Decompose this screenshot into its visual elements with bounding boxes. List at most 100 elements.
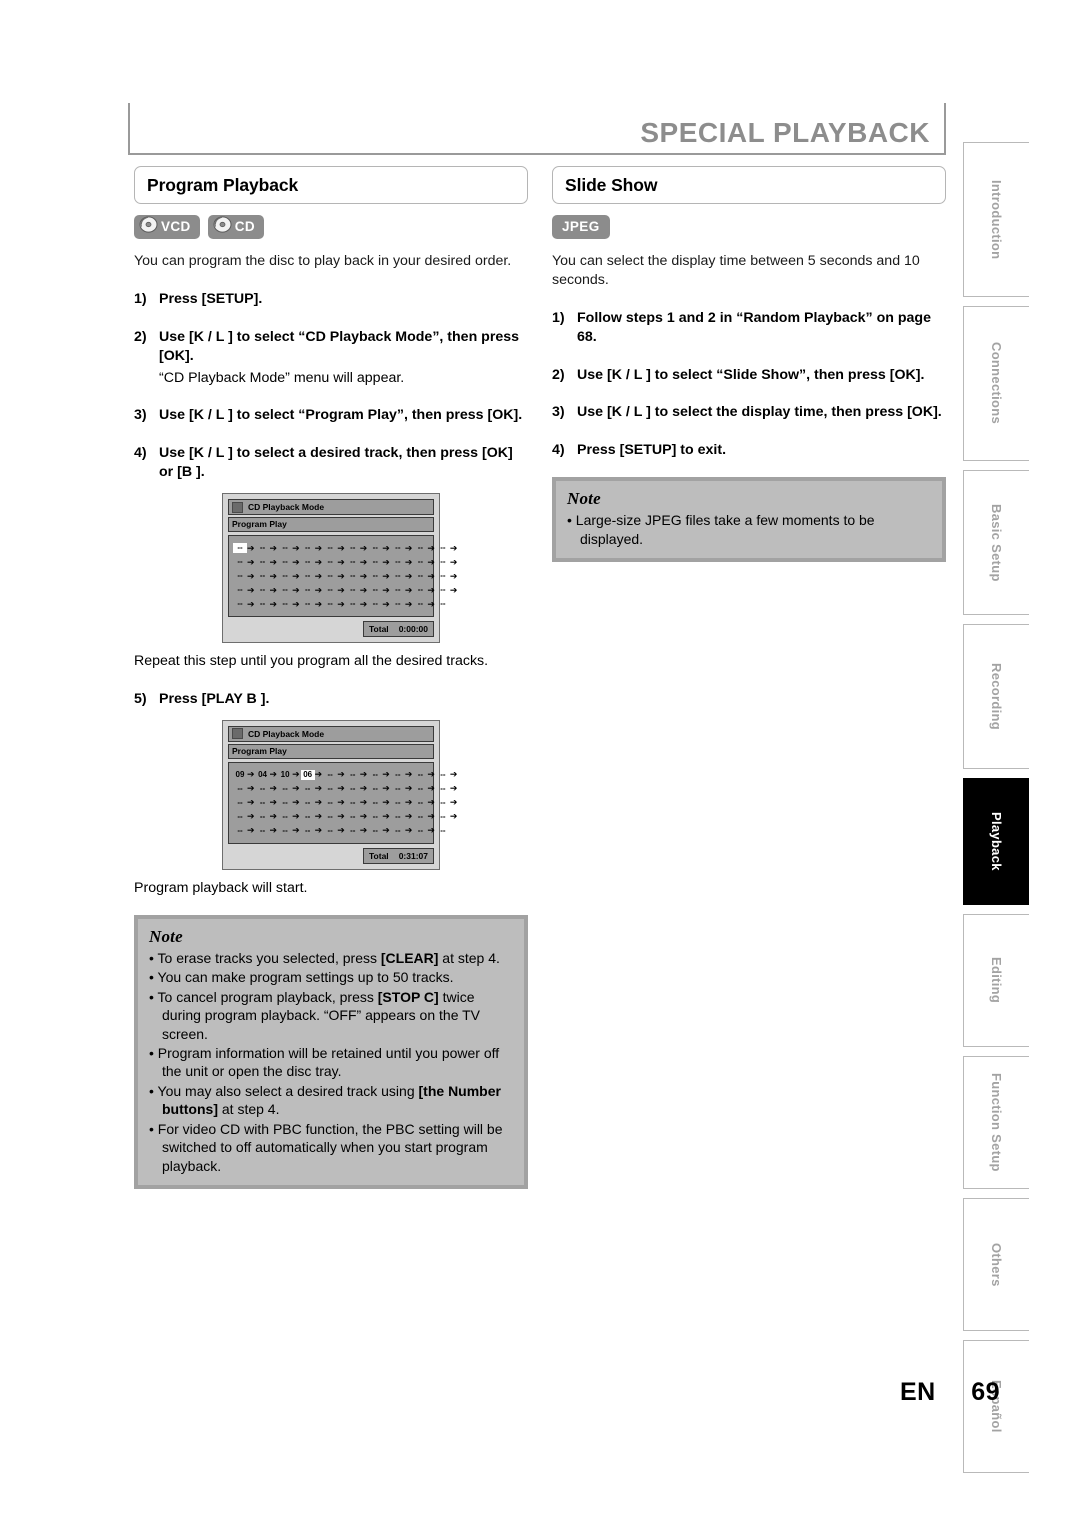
osd-track-cell[interactable]: -- ➔ bbox=[391, 770, 414, 780]
osd-track-cell[interactable]: -- ➔ bbox=[256, 798, 279, 808]
osd-track-cell[interactable]: -- ➔ bbox=[346, 585, 369, 595]
osd-track-cell[interactable]: -- ➔ bbox=[233, 826, 256, 836]
osd-track-cell[interactable]: -- ➔ bbox=[413, 826, 436, 836]
osd-track-cell[interactable]: -- ➔ bbox=[368, 599, 391, 609]
osd-track-cell[interactable]: -- bbox=[436, 599, 450, 609]
osd-track-cell[interactable]: -- ➔ bbox=[278, 812, 301, 822]
osd-track-cell[interactable]: -- ➔ bbox=[323, 543, 346, 553]
osd-track-cell[interactable]: -- bbox=[436, 826, 450, 836]
osd-track-cell[interactable]: -- ➔ bbox=[413, 571, 436, 581]
chapter-tab-connections[interactable]: Connections bbox=[963, 306, 1029, 461]
osd-track-cell[interactable]: -- ➔ bbox=[368, 798, 391, 808]
chapter-tab-function-setup[interactable]: Function Setup bbox=[963, 1056, 1029, 1189]
osd-track-cell[interactable]: -- ➔ bbox=[368, 826, 391, 836]
osd-track-cell[interactable]: -- ➔ bbox=[436, 784, 459, 794]
osd-track-cell[interactable]: -- ➔ bbox=[413, 599, 436, 609]
osd-track-cell[interactable]: -- ➔ bbox=[256, 784, 279, 794]
chapter-tab-editing[interactable]: Editing bbox=[963, 914, 1029, 1047]
chapter-tab-basic-setup[interactable]: Basic Setup bbox=[963, 470, 1029, 615]
osd-track-cell[interactable]: -- ➔ bbox=[323, 571, 346, 581]
osd-track-cell[interactable]: -- ➔ bbox=[346, 543, 369, 553]
osd-track-cell[interactable]: -- ➔ bbox=[436, 557, 459, 567]
osd-track-cell[interactable]: -- ➔ bbox=[278, 557, 301, 567]
osd-track-cell[interactable]: -- ➔ bbox=[436, 585, 459, 595]
osd-track-cell[interactable]: -- ➔ bbox=[233, 784, 256, 794]
osd-track-cell[interactable]: -- ➔ bbox=[436, 798, 459, 808]
osd-track-cell[interactable]: 06 ➔ bbox=[300, 769, 324, 780]
osd-track-cell[interactable]: -- ➔ bbox=[256, 543, 279, 553]
osd-track-cell[interactable]: -- ➔ bbox=[256, 826, 279, 836]
osd-track-cell[interactable]: -- ➔ bbox=[436, 571, 459, 581]
osd-track-cell[interactable]: -- ➔ bbox=[346, 812, 369, 822]
osd-track-cell[interactable]: -- ➔ bbox=[368, 557, 391, 567]
osd-track-cell[interactable]: -- ➔ bbox=[278, 784, 301, 794]
osd-track-cell[interactable]: -- ➔ bbox=[233, 798, 256, 808]
chapter-tab-introduction[interactable]: Introduction bbox=[963, 142, 1029, 297]
osd-track-cell[interactable]: -- ➔ bbox=[391, 585, 414, 595]
osd-track-cell[interactable]: -- ➔ bbox=[346, 826, 369, 836]
osd-track-cell[interactable]: -- ➔ bbox=[278, 585, 301, 595]
osd-track-cell[interactable]: -- ➔ bbox=[301, 585, 324, 595]
osd-track-cell[interactable]: -- ➔ bbox=[301, 798, 324, 808]
osd-track-cell[interactable]: -- ➔ bbox=[346, 599, 369, 609]
osd-track-cell[interactable]: -- ➔ bbox=[391, 599, 414, 609]
osd-track-cell[interactable]: -- ➔ bbox=[278, 571, 301, 581]
osd-track-cell[interactable]: -- ➔ bbox=[301, 557, 324, 567]
osd-track-cell[interactable]: -- ➔ bbox=[323, 585, 346, 595]
osd-track-cell[interactable]: -- ➔ bbox=[323, 812, 346, 822]
osd-track-cell[interactable]: -- ➔ bbox=[391, 798, 414, 808]
osd-track-cell[interactable]: 10 ➔ bbox=[278, 770, 301, 780]
osd-track-cell[interactable]: -- ➔ bbox=[301, 784, 324, 794]
osd-track-cell[interactable]: -- ➔ bbox=[233, 557, 256, 567]
osd-track-cell[interactable]: -- ➔ bbox=[256, 585, 279, 595]
osd-track-cell[interactable]: -- ➔ bbox=[413, 784, 436, 794]
osd-track-cell[interactable]: -- ➔ bbox=[391, 543, 414, 553]
osd-track-cell[interactable]: -- ➔ bbox=[391, 571, 414, 581]
chapter-tab-playback[interactable]: Playback bbox=[963, 778, 1029, 905]
osd-track-cell[interactable]: -- ➔ bbox=[301, 826, 324, 836]
osd-track-cell[interactable]: -- ➔ bbox=[346, 784, 369, 794]
osd-track-cell[interactable]: -- ➔ bbox=[323, 557, 346, 567]
osd-track-cell[interactable]: -- ➔ bbox=[346, 571, 369, 581]
osd-track-cell[interactable]: -- ➔ bbox=[256, 571, 279, 581]
osd-track-cell[interactable]: -- ➔ bbox=[256, 599, 279, 609]
osd-track-cell[interactable]: 09 ➔ bbox=[233, 770, 256, 780]
osd-track-cell[interactable]: -- ➔ bbox=[278, 798, 301, 808]
osd-track-cell[interactable]: -- ➔ bbox=[413, 798, 436, 808]
osd-track-cell[interactable]: -- ➔ bbox=[256, 557, 279, 567]
osd-track-cell[interactable]: -- ➔ bbox=[391, 812, 414, 822]
osd-track-cell[interactable]: -- ➔ bbox=[233, 543, 256, 553]
osd-track-cell[interactable]: -- ➔ bbox=[391, 557, 414, 567]
osd-track-cell[interactable]: -- ➔ bbox=[323, 599, 346, 609]
osd-track-cell[interactable]: -- ➔ bbox=[436, 812, 459, 822]
osd-track-cell[interactable]: -- ➔ bbox=[413, 770, 436, 780]
osd-track-cell[interactable]: -- ➔ bbox=[233, 585, 256, 595]
osd-track-cell[interactable]: -- ➔ bbox=[323, 784, 346, 794]
osd-track-cell[interactable]: -- ➔ bbox=[323, 770, 346, 780]
osd-track-cell[interactable]: -- ➔ bbox=[233, 812, 256, 822]
osd-track-cell[interactable]: -- ➔ bbox=[278, 826, 301, 836]
osd-track-cell[interactable]: -- ➔ bbox=[436, 543, 459, 553]
osd-track-cell[interactable]: -- ➔ bbox=[346, 557, 369, 567]
osd-track-cell[interactable]: -- ➔ bbox=[368, 812, 391, 822]
osd-track-cell[interactable]: -- ➔ bbox=[323, 798, 346, 808]
osd-track-cell[interactable]: -- ➔ bbox=[413, 585, 436, 595]
osd-track-cell[interactable]: -- ➔ bbox=[301, 599, 324, 609]
osd-track-cell[interactable]: -- ➔ bbox=[413, 543, 436, 553]
chapter-tab-recording[interactable]: Recording bbox=[963, 624, 1029, 769]
osd-track-cell[interactable]: -- ➔ bbox=[436, 770, 459, 780]
osd-track-cell[interactable]: -- ➔ bbox=[368, 770, 391, 780]
osd-track-cell[interactable]: -- ➔ bbox=[413, 557, 436, 567]
osd-track-cell[interactable]: -- ➔ bbox=[301, 543, 324, 553]
osd-track-cell[interactable]: -- ➔ bbox=[256, 812, 279, 822]
osd-track-cell[interactable]: -- ➔ bbox=[233, 571, 256, 581]
osd-track-cell[interactable]: -- ➔ bbox=[323, 826, 346, 836]
osd-track-cell[interactable]: -- ➔ bbox=[368, 543, 391, 553]
osd-track-cell[interactable]: -- ➔ bbox=[391, 826, 414, 836]
osd-track-cell[interactable]: -- ➔ bbox=[368, 784, 391, 794]
osd-track-cell[interactable]: -- ➔ bbox=[278, 543, 301, 553]
osd-track-cell[interactable]: -- ➔ bbox=[301, 571, 324, 581]
osd-track-cell[interactable]: -- ➔ bbox=[368, 571, 391, 581]
osd-track-cell[interactable]: -- ➔ bbox=[391, 784, 414, 794]
osd-track-cell[interactable]: 04 ➔ bbox=[256, 770, 279, 780]
